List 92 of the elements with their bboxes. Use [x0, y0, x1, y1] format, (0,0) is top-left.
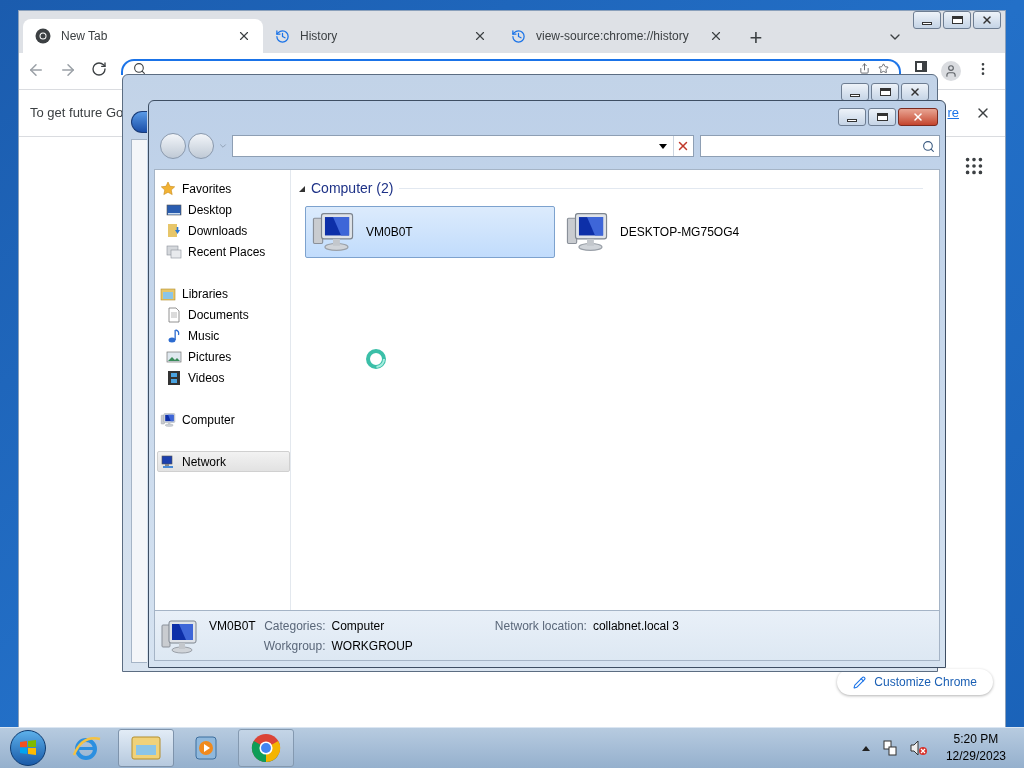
nav-item[interactable]: Favorites: [157, 178, 290, 199]
details-label: Network location:: [494, 618, 587, 635]
taskbar-button[interactable]: [118, 729, 174, 767]
network-status-icon[interactable]: [881, 740, 898, 756]
media-player-icon: [192, 734, 220, 762]
close-icon: [909, 86, 921, 98]
minimize-button[interactable]: [838, 108, 866, 126]
profile-avatar[interactable]: [941, 61, 961, 81]
close-button[interactable]: [973, 11, 1001, 29]
details-title: VM0B0T: [209, 618, 256, 635]
nav-item[interactable]: Music: [157, 325, 290, 346]
details-value: Computer: [331, 618, 386, 635]
share-icon[interactable]: [859, 62, 870, 74]
nav-item[interactable]: Network: [157, 451, 290, 472]
minimize-icon: [847, 118, 857, 122]
music-note-icon: [166, 327, 182, 344]
maximize-icon: [876, 113, 888, 121]
tab-title: History: [300, 28, 339, 45]
windows-logo-icon: [19, 739, 37, 757]
details-label: Categories:: [263, 618, 326, 635]
customize-chrome-button[interactable]: Customize Chrome: [837, 669, 993, 695]
folder-icon: [160, 285, 176, 302]
nav-item[interactable]: Documents: [157, 304, 290, 325]
minimize-icon: [850, 93, 860, 97]
nav-item[interactable]: Downloads: [157, 220, 290, 241]
film-icon: [166, 369, 182, 386]
minimize-button[interactable]: [913, 11, 941, 29]
minimize-icon: [922, 21, 932, 25]
nav-item[interactable]: Recent Places: [157, 241, 290, 262]
close-icon: [981, 14, 993, 26]
address-field[interactable]: [231, 135, 694, 157]
maximize-button[interactable]: [868, 108, 896, 126]
busy-cursor-icon: [365, 348, 387, 370]
downloads-icon: [166, 222, 182, 239]
tab-title: New Tab: [61, 28, 109, 45]
dropdown-arrow-icon[interactable]: [658, 143, 667, 149]
apps-grid-icon[interactable]: [963, 155, 985, 177]
maximize-button[interactable]: [943, 11, 971, 29]
network-computer-item[interactable]: VM0B0T: [305, 206, 555, 258]
history-icon: [511, 28, 526, 44]
details-value: WORKGROUP: [331, 638, 413, 655]
details-value: collabnet.local 3: [592, 618, 679, 635]
clock-date[interactable]: 12/29/2023: [945, 748, 1006, 765]
taskbar-button[interactable]: [238, 729, 294, 767]
start-button[interactable]: [10, 730, 46, 766]
tab-title: view-source:chrome://history: [536, 28, 690, 45]
close-tab-icon[interactable]: [237, 29, 251, 43]
nav-item[interactable]: Desktop: [157, 199, 290, 220]
close-button[interactable]: [901, 83, 929, 101]
computer-icon: [160, 411, 176, 428]
close-button[interactable]: [898, 108, 938, 126]
recent-places-icon: [166, 243, 182, 260]
info-bar-link[interactable]: re: [947, 103, 959, 123]
nav-item[interactable]: Computer: [157, 409, 290, 430]
details-label: Workgroup:: [263, 638, 326, 655]
reload-icon[interactable]: [91, 61, 107, 77]
show-hidden-icons-icon[interactable]: [861, 745, 870, 751]
document-icon: [166, 306, 182, 323]
search-field[interactable]: [699, 135, 940, 157]
browser-tab[interactable]: New Tab: [23, 19, 263, 53]
volume-muted-icon[interactable]: [909, 740, 928, 756]
minimize-button[interactable]: [841, 83, 869, 101]
nav-item[interactable]: Libraries: [157, 283, 290, 304]
chrome-logo-icon: [35, 28, 51, 44]
history-icon: [275, 28, 290, 44]
search-icon: [922, 139, 935, 153]
chrome-logo-icon: [251, 733, 281, 763]
folder-icon: [130, 733, 162, 763]
new-tab-button[interactable]: +: [741, 23, 771, 53]
maximize-icon: [879, 88, 891, 96]
group-header[interactable]: Computer (2): [311, 178, 394, 199]
search-icon: [133, 61, 146, 75]
maximize-icon: [951, 16, 963, 24]
star-icon: [160, 180, 176, 197]
forward-icon[interactable]: [59, 61, 77, 79]
collapse-triangle-icon[interactable]: [299, 185, 305, 192]
desktop-icon: [166, 201, 182, 218]
back-icon[interactable]: [27, 61, 45, 79]
close-icon: [912, 111, 924, 123]
maximize-button[interactable]: [871, 83, 899, 101]
nav-item[interactable]: Pictures: [157, 346, 290, 367]
clock-time[interactable]: 5:20 PM: [953, 731, 999, 748]
back-button[interactable]: [131, 111, 147, 133]
computer-icon: [159, 617, 199, 657]
close-tab-icon[interactable]: [709, 29, 723, 43]
pencil-icon: [853, 675, 867, 689]
nav-item[interactable]: Videos: [157, 367, 290, 388]
network-computer-item[interactable]: DESKTOP-MG75OG4: [559, 206, 809, 258]
bookmark-star-icon[interactable]: [878, 62, 889, 74]
pictures-icon: [166, 348, 182, 365]
close-tab-icon[interactable]: [473, 29, 487, 43]
network-icon: [160, 453, 176, 470]
